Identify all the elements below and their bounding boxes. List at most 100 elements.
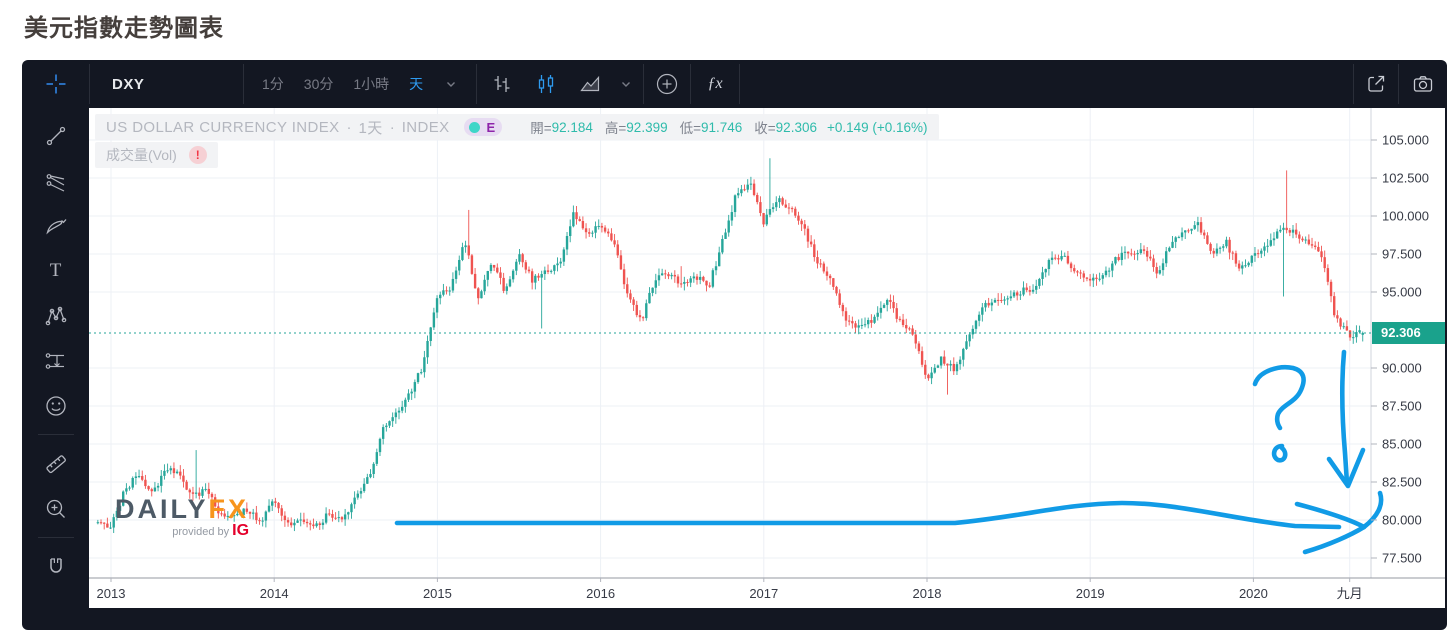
close-label: 收= [754,121,776,136]
sidebar-separator [37,537,74,538]
logo-daily-text: DAILY [115,494,209,524]
interval-30min[interactable]: 30分 [304,74,334,94]
annotation-ellipse-line[interactable] [394,500,1342,530]
chart-panel[interactable]: 105.000 102.500 100.000 97.500 95.000 90.000 8… [89,108,1445,608]
legend-exchange: INDEX [401,118,450,136]
bars-style-button[interactable] [485,67,519,101]
volume-label: 成交量(Vol) [106,147,177,163]
style-dropdown-chevron-icon[interactable] [617,67,635,101]
candles-style-button[interactable] [529,67,563,101]
text-tool-icon: T [49,259,62,281]
low-value: 91.746 [700,119,743,135]
price-chart[interactable]: 105.000 102.500 100.000 97.500 95.000 90.000 8… [89,108,1445,608]
price-axis-label: 95.000 [1382,285,1422,300]
low-label: 低= [679,121,701,136]
chart-widget: DXY 1分 30分 1小時 天 ƒx T 105.000 102.500 10… [22,60,1447,630]
sidebar-separator [37,434,74,435]
legend-dot: · [346,118,352,136]
indicators-button[interactable]: ƒx [691,60,739,108]
fib-fan-icon [46,173,64,192]
projection-tool-button[interactable] [34,338,78,383]
logo-provided-by: provided by [172,526,230,538]
high-value: 92.399 [626,119,668,135]
annotation-right-arrow-upper[interactable] [1294,501,1367,530]
interval-day[interactable]: 天 [409,74,423,94]
legend-dot: · [389,118,395,136]
ig-logo: IG [232,522,250,539]
chart-toolbar: DXY 1分 30分 1小時 天 ƒx [22,60,1447,108]
interval-1min[interactable]: 1分 [262,74,284,94]
area-icon [580,75,600,92]
time-axis-label: 2020 [1239,586,1268,601]
price-axis-label: 102.500 [1382,171,1429,186]
open-value: 92.184 [551,119,593,135]
plus-circle-icon [656,73,678,95]
price-axis-label: 100.000 [1382,209,1429,224]
price-axis-label: 90.000 [1382,361,1422,376]
toggle-label: E [486,119,496,135]
open-external-button[interactable] [1354,60,1398,108]
high-label: 高= [604,121,627,136]
crosshair-tool-button[interactable] [22,60,89,108]
time-axis-label: 2015 [423,586,452,601]
area-style-button[interactable] [573,67,607,101]
time-axis-label: 2014 [260,586,289,601]
symbol-legend[interactable]: US DOLLAR CURRENCY INDEX · 1天 · INDEX E … [95,114,939,140]
compare-button[interactable] [644,60,690,108]
interval-dropdown-chevron-icon[interactable] [445,78,457,90]
brush-tool-button[interactable] [34,203,78,248]
annotation-question-mark[interactable] [1252,364,1306,431]
symbol-search-button[interactable]: DXY [90,60,243,108]
measure-tool-button[interactable] [34,441,78,486]
ohlc-values: 開= 92.184 高= 92.399 低= 91.746 收= 92.306 +0.1… [530,117,927,137]
extended-hours-toggle[interactable]: E [463,118,503,136]
pattern-tool-button[interactable] [34,293,78,338]
smiley-icon [45,395,66,416]
trend-line-tool-button[interactable] [34,113,78,158]
price-axis-label: 82.500 [1382,475,1422,490]
drawing-toolbar: T [22,108,89,630]
volume-legend[interactable]: 成交量(Vol) ! [95,142,218,168]
crosshair-icon [46,74,65,94]
close-value: 92.306 [775,119,817,135]
annotation-down-arrow-shaft[interactable] [1339,349,1350,486]
magnet-tool-button[interactable] [34,544,78,589]
volume-warning-icon[interactable]: ! [188,146,207,164]
camera-icon [1413,76,1433,92]
brush-icon [45,218,66,235]
snapshot-button[interactable] [1399,60,1447,108]
external-link-icon [1368,75,1385,92]
trend-line-icon [46,126,65,145]
toggle-dot-icon [468,121,480,133]
time-axis-label: 2013 [97,586,126,601]
legend-title: US DOLLAR CURRENCY INDEX [106,118,340,136]
change-value: +0.149 (+0.16%) [826,119,928,135]
price-axis-label: 97.500 [1382,247,1422,262]
price-axis-label: 105.000 [1382,133,1429,148]
fx-icon: ƒx [707,75,723,92]
zoom-in-icon [46,499,65,518]
gann-fib-tool-button[interactable] [34,158,78,203]
price-axis-label: 87.500 [1382,399,1422,414]
annotation-question-mark-dot[interactable] [1271,443,1288,463]
logo-fx-text: FX [208,494,250,524]
emoji-tool-button[interactable] [34,383,78,428]
xabcd-pattern-icon [45,306,66,325]
annotation-right-arrow-lower[interactable] [1302,524,1367,555]
time-axis-label: 2017 [749,586,778,601]
time-axis-label: 2019 [1076,586,1105,601]
zoom-in-tool-button[interactable] [34,486,78,531]
time-axis-label: 九月 [1337,586,1363,601]
interval-group: 1分 30分 1小時 天 [244,60,476,108]
time-axis-label: 2018 [913,586,942,601]
open-label: 開= [530,121,552,136]
text-tool-button[interactable]: T [34,248,78,293]
bars-icon [494,76,510,92]
forecast-icon [45,352,64,369]
last-price-label: 92.306 [1372,322,1445,344]
price-axis-label: 85.000 [1382,437,1422,452]
candles-icon [538,75,554,93]
annotation-right-arrow-curl[interactable] [1361,490,1384,530]
interval-1hour[interactable]: 1小時 [353,74,389,94]
